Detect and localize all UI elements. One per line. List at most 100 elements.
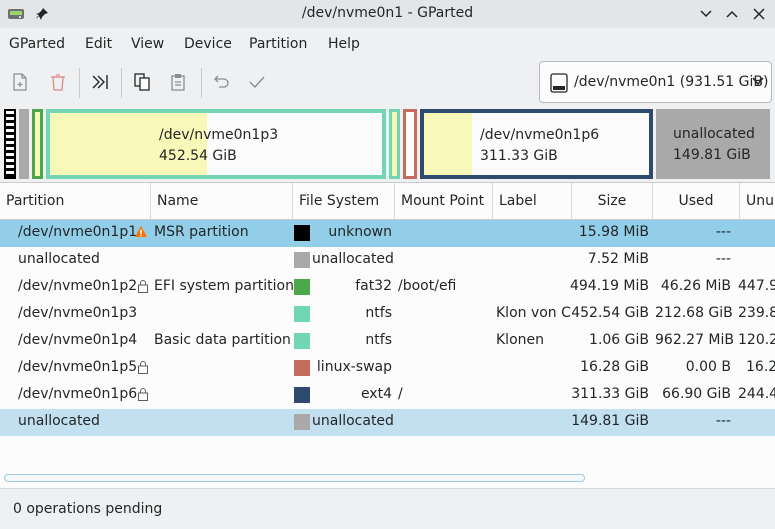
fs-color-swatch	[294, 360, 310, 376]
cell-name: EFI system partition	[154, 278, 294, 294]
undo-icon[interactable]	[209, 69, 235, 95]
map-segment-efi[interactable]	[32, 109, 43, 179]
apply-icon[interactable]	[244, 69, 270, 95]
toolbar-separator	[79, 68, 80, 98]
new-icon[interactable]	[7, 69, 33, 95]
paste-icon[interactable]	[165, 69, 191, 95]
col-header-used[interactable]: Used	[653, 183, 740, 219]
cell-filesystem: unallocated	[312, 251, 394, 267]
cell-mount-point: /boot/efi	[398, 278, 457, 294]
cell-name: MSR partition	[154, 224, 249, 240]
status-text: 0 operations pending	[13, 501, 163, 517]
partition-table: Partition Name File System Mount Point L…	[0, 182, 775, 488]
horizontal-scrollbar[interactable]	[4, 474, 585, 482]
cell-unused: 120.2	[738, 332, 775, 348]
table-row[interactable]: /dev/nvme0n1p3 ntfs Klon von C 452.54 Gi…	[0, 301, 775, 328]
cell-filesystem: unknown	[328, 224, 392, 240]
col-header-label[interactable]: Label	[493, 183, 572, 219]
partition-map: /dev/nvme0n1p3 452.54 GiB /dev/nvme0n1p6…	[0, 106, 775, 182]
cell-used: 0.00 B	[685, 359, 731, 375]
table-row[interactable]: /dev/nvme0n1p5 linux-swap 16.28 GiB 0.00…	[0, 355, 775, 382]
cell-used: ---	[715, 413, 731, 429]
col-header-mount-point[interactable]: Mount Point	[395, 183, 493, 219]
cell-mount-point: /	[398, 386, 403, 402]
map-segment-unallocated[interactable]: unallocated 149.81 GiB	[656, 109, 770, 179]
maximize-icon[interactable]	[722, 4, 742, 24]
map-p3-size: 452.54 GiB	[159, 148, 237, 164]
cell-unused: 239.8	[738, 305, 775, 321]
toolbar-separator	[201, 68, 202, 98]
map-segment-msr[interactable]	[4, 109, 16, 179]
col-header-partition[interactable]: Partition	[0, 183, 151, 219]
cell-partition: /dev/nvme0n1p2	[18, 278, 138, 294]
cell-partition: /dev/nvme0n1p3	[18, 305, 138, 321]
close-icon[interactable]	[749, 4, 769, 24]
lock-icon	[138, 361, 148, 374]
minimize-icon[interactable]	[696, 4, 716, 24]
cell-name: Basic data partition	[154, 332, 291, 348]
fs-color-swatch	[294, 252, 310, 268]
map-unalloc-size: 149.81 GiB	[673, 147, 751, 163]
window-title: /dev/nvme0n1 - GParted	[301, 5, 474, 21]
copy-icon[interactable]	[129, 69, 155, 95]
menu-view[interactable]: View	[131, 36, 164, 52]
table-row[interactable]: /dev/nvme0n1p6 ext4 / 311.33 GiB 66.90 G…	[0, 382, 775, 409]
lock-icon	[138, 280, 148, 293]
device-selector[interactable]: /dev/nvme0n1 (931.51 GiB)	[539, 61, 772, 103]
cell-filesystem: ext4	[360, 386, 392, 402]
cell-unused: 244.4	[738, 386, 775, 402]
map-segment-swap[interactable]	[403, 109, 417, 179]
fs-color-swatch	[294, 279, 310, 295]
cell-filesystem: ntfs	[365, 305, 392, 321]
map-segment-p6[interactable]: /dev/nvme0n1p6 311.33 GiB	[420, 109, 653, 179]
cell-partition: /dev/nvme0n1p4	[18, 332, 138, 348]
fs-color-swatch	[294, 306, 310, 322]
lock-icon	[138, 388, 148, 401]
col-header-size[interactable]: Size	[572, 183, 653, 219]
cell-filesystem: linux-swap	[316, 359, 392, 375]
menu-partition[interactable]: Partition	[249, 36, 307, 52]
map-segment-p3[interactable]: /dev/nvme0n1p3 452.54 GiB	[46, 109, 386, 179]
col-header-name[interactable]: Name	[151, 183, 293, 219]
cell-size: 16.28 GiB	[580, 359, 649, 375]
cell-size: 1.06 GiB	[589, 332, 649, 348]
cell-used: 962.27 MiB	[655, 332, 735, 348]
map-segment-p4[interactable]	[389, 109, 400, 179]
table-row[interactable]: /dev/nvme0n1p4 Basic data partition ntfs…	[0, 328, 775, 355]
warning-icon	[135, 226, 147, 237]
resize-move-icon[interactable]	[87, 69, 113, 95]
menu-edit[interactable]: Edit	[85, 36, 112, 52]
table-row[interactable]: /dev/nvme0n1p1 MSR partition unknown 15.…	[0, 220, 775, 247]
col-header-filesystem[interactable]: File System	[293, 183, 395, 219]
cell-partition: /dev/nvme0n1p1	[18, 224, 138, 240]
map-segment-unallocated-small[interactable]	[19, 109, 29, 179]
cell-partition: unallocated	[18, 413, 100, 429]
cell-filesystem: ntfs	[365, 332, 392, 348]
title-bar: /dev/nvme0n1 - GParted	[0, 0, 775, 28]
table-row[interactable]: unallocated unallocated 149.81 GiB ---	[0, 409, 775, 436]
delete-icon[interactable]	[45, 69, 71, 95]
table-row[interactable]: /dev/nvme0n1p2 EFI system partition fat3…	[0, 274, 775, 301]
map-p6-name: /dev/nvme0n1p6	[480, 127, 600, 143]
table-row[interactable]: unallocated unallocated 7.52 MiB ---	[0, 247, 775, 274]
cell-size: 15.98 MiB	[578, 224, 649, 240]
cell-size: 149.81 GiB	[571, 413, 649, 429]
map-p3-name: /dev/nvme0n1p3	[159, 127, 279, 143]
cell-filesystem: fat32	[355, 278, 392, 294]
cell-used: ---	[715, 251, 731, 267]
fs-color-swatch	[294, 387, 310, 403]
cell-used: 66.90 GiB	[662, 386, 731, 402]
menu-help[interactable]: Help	[328, 36, 360, 52]
cell-used: 46.26 MiB	[660, 278, 731, 294]
cell-size: 452.54 GiB	[571, 305, 649, 321]
menu-device[interactable]: Device	[184, 36, 232, 52]
col-header-unused[interactable]: Unu	[740, 183, 775, 219]
cell-label: Klonen	[496, 332, 544, 348]
cell-used: ---	[715, 224, 731, 240]
fs-color-swatch	[294, 414, 310, 430]
cell-used: 212.68 GiB	[655, 305, 733, 321]
cell-size: 7.52 MiB	[587, 251, 649, 267]
chevron-down-icon	[752, 77, 764, 86]
cell-size: 494.19 MiB	[569, 278, 649, 294]
menu-gparted[interactable]: GParted	[9, 36, 65, 52]
